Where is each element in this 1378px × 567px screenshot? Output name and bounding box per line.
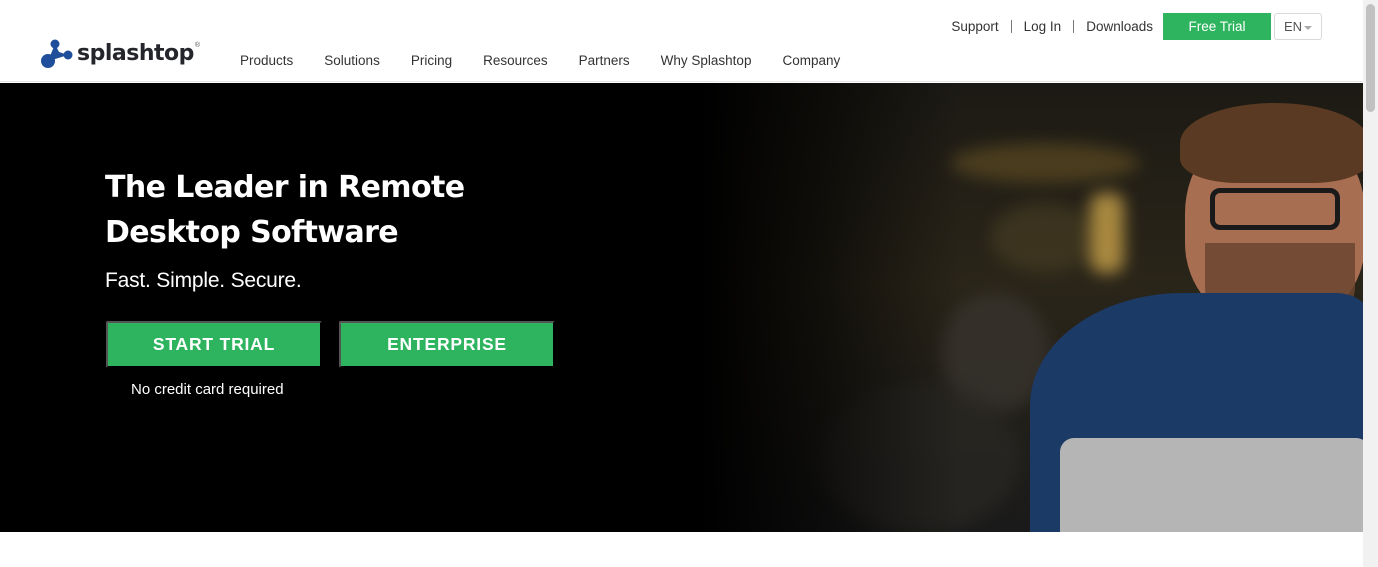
scrollbar-thumb[interactable] bbox=[1366, 4, 1375, 112]
free-trial-button[interactable]: Free Trial bbox=[1163, 13, 1271, 40]
logo-text: splashtop bbox=[77, 41, 194, 66]
utility-divider bbox=[1010, 20, 1012, 33]
utility-nav: Support Log In Downloads Free Trial EN bbox=[951, 13, 1322, 40]
start-trial-button[interactable]: START TRIAL bbox=[106, 321, 322, 368]
hero-banner: The Leader in Remote Desktop Software Fa… bbox=[0, 83, 1363, 532]
nav-item-partners[interactable]: Partners bbox=[579, 52, 630, 70]
hero-title: The Leader in Remote Desktop Software bbox=[105, 165, 525, 255]
main-nav: Products Solutions Pricing Resources Par… bbox=[240, 52, 871, 70]
hero-subtitle: Fast. Simple. Secure. bbox=[105, 269, 302, 292]
nav-item-products[interactable]: Products bbox=[240, 52, 293, 70]
nav-item-company[interactable]: Company bbox=[782, 52, 840, 70]
hero-photo bbox=[700, 83, 1363, 532]
language-label: EN bbox=[1283, 19, 1303, 34]
hero-title-line-1: The Leader in Remote bbox=[105, 170, 465, 205]
splashtop-logo[interactable]: splashtop ® bbox=[38, 38, 200, 70]
page-scrollbar[interactable] bbox=[1363, 0, 1378, 567]
splashtop-logo-icon bbox=[41, 39, 73, 68]
no-credit-card-note: No credit card required bbox=[131, 381, 284, 398]
registered-mark: ® bbox=[194, 41, 201, 49]
utility-divider bbox=[1073, 20, 1075, 33]
nav-item-solutions[interactable]: Solutions bbox=[324, 52, 380, 70]
chevron-down-icon bbox=[1304, 25, 1313, 30]
login-link[interactable]: Log In bbox=[1024, 13, 1062, 40]
nav-item-pricing[interactable]: Pricing bbox=[411, 52, 452, 70]
downloads-link[interactable]: Downloads bbox=[1086, 13, 1153, 40]
hero-title-line-2: Desktop Software bbox=[105, 215, 399, 250]
site-header: splashtop ® Support Log In Downloads Fre… bbox=[0, 0, 1363, 82]
enterprise-button[interactable]: ENTERPRISE bbox=[339, 321, 555, 368]
nav-item-why-splashtop[interactable]: Why Splashtop bbox=[661, 52, 752, 70]
support-link[interactable]: Support bbox=[951, 13, 998, 40]
language-selector[interactable]: EN bbox=[1274, 13, 1322, 40]
nav-item-resources[interactable]: Resources bbox=[483, 52, 548, 70]
